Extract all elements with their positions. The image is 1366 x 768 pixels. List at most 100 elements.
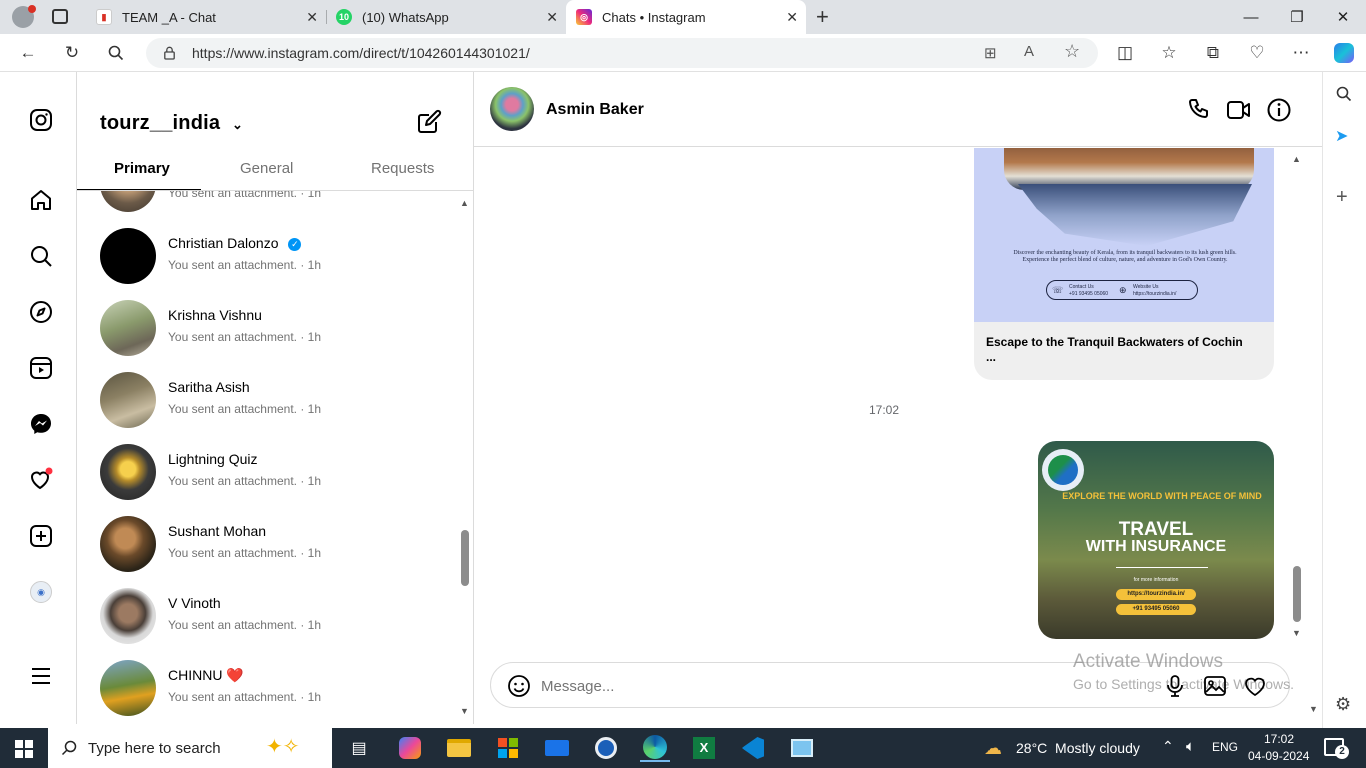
- account-switcher[interactable]: tourz__india ⌄: [100, 112, 243, 135]
- message-input[interactable]: [541, 675, 1101, 697]
- notifications-icon[interactable]: 2: [1324, 738, 1349, 759]
- conversation-item[interactable]: V Vinoth You sent an attachment. · 1h: [100, 588, 460, 644]
- favorite-star-icon[interactable]: ☆: [1064, 41, 1080, 62]
- microsoft-store-icon[interactable]: [493, 734, 523, 762]
- more-menu-icon[interactable]: ⋯: [1290, 42, 1312, 64]
- conversation-item[interactable]: Saritha Asish You sent an attachment. · …: [100, 372, 460, 428]
- chat-header: Asmin Baker: [474, 72, 1322, 147]
- scrollbar-down-arrow[interactable]: ▼: [460, 706, 469, 716]
- weather-text[interactable]: 28°C Mostly cloudy: [1016, 740, 1140, 756]
- tab-instagram[interactable]: ◎ Chats • Instagram ✕: [566, 0, 806, 34]
- conversation-item[interactable]: Lightning Quiz You sent an attachment. ·…: [100, 444, 460, 500]
- collections-icon[interactable]: ⧉: [1202, 42, 1224, 64]
- profile-avatar[interactable]: [12, 5, 36, 28]
- restore-button[interactable]: ❐: [1274, 0, 1320, 34]
- chrome-badge-icon[interactable]: [591, 734, 621, 762]
- file-explorer-icon[interactable]: [444, 734, 474, 762]
- address-bar[interactable]: https://www.instagram.com/direct/t/10426…: [146, 38, 1098, 68]
- messenger-icon[interactable]: [28, 411, 54, 437]
- copilot-app-icon[interactable]: [395, 734, 425, 762]
- tab-whatsapp[interactable]: 10 (10) WhatsApp ✕: [326, 0, 566, 34]
- avatar: [100, 191, 156, 212]
- lock-icon[interactable]: [164, 46, 175, 60]
- chat-scrollbar-thumb[interactable]: [1293, 566, 1301, 622]
- explore-compass-icon[interactable]: [28, 299, 54, 325]
- close-tab-icon[interactable]: ✕: [546, 9, 558, 26]
- like-heart-icon[interactable]: [1243, 674, 1267, 703]
- tab-requests[interactable]: Requests: [371, 160, 434, 177]
- language-indicator[interactable]: ENG: [1212, 740, 1238, 754]
- inbox-scrollbar-thumb[interactable]: [461, 530, 469, 586]
- taskbar-search-box[interactable]: Type here to search ✦✧: [48, 728, 332, 768]
- windows-start-icon[interactable]: [15, 740, 33, 758]
- microphone-icon[interactable]: [1163, 674, 1187, 703]
- search-icon[interactable]: [1336, 86, 1352, 107]
- mail-icon[interactable]: [542, 734, 572, 762]
- search-icon[interactable]: [28, 243, 54, 269]
- tab-actions-icon[interactable]: [52, 9, 68, 24]
- telegram-icon[interactable]: ➤: [1335, 126, 1348, 146]
- chevron-up-icon[interactable]: ⌃: [1162, 738, 1174, 755]
- favorites-icon[interactable]: ☆: [1158, 42, 1180, 64]
- minimize-button[interactable]: —: [1228, 0, 1274, 34]
- weather-cloud-icon[interactable]: ☁: [984, 738, 1002, 759]
- conversation-item[interactable]: Krishna Vishnu You sent an attachment. ·…: [100, 300, 460, 356]
- clock-time[interactable]: 17:02: [1264, 732, 1294, 746]
- conversation-item[interactable]: Sushant Mohan You sent an attachment. · …: [100, 516, 460, 572]
- conversation-item[interactable]: You sent an attachment. · 1h: [100, 191, 460, 212]
- back-arrow-icon[interactable]: ←: [17, 42, 39, 64]
- speaker-icon[interactable]: 🔈︎: [1186, 738, 1195, 755]
- tab-primary[interactable]: Primary: [114, 160, 170, 177]
- scrollbar-down-arrow[interactable]: ▼: [1309, 704, 1318, 714]
- voice-call-icon[interactable]: [1186, 97, 1212, 128]
- tab-general[interactable]: General: [240, 160, 293, 177]
- new-message-icon[interactable]: [416, 109, 442, 140]
- contact-name[interactable]: Asmin Baker: [546, 101, 644, 119]
- refresh-icon[interactable]: ↻: [61, 42, 83, 64]
- search-icon[interactable]: [105, 42, 127, 64]
- contact-avatar[interactable]: [490, 87, 534, 131]
- image-attach-icon[interactable]: [1203, 674, 1227, 703]
- close-tab-icon[interactable]: ✕: [786, 9, 798, 26]
- conversation-info-icon[interactable]: [1266, 97, 1292, 128]
- scrollbar-up-arrow[interactable]: ▲: [1292, 154, 1301, 164]
- scrollbar-up-arrow[interactable]: ▲: [460, 198, 469, 208]
- reels-icon[interactable]: [28, 355, 54, 381]
- copilot-icon[interactable]: [1333, 42, 1355, 64]
- app-available-icon[interactable]: ⊞: [984, 44, 997, 62]
- split-screen-icon[interactable]: ◫: [1114, 42, 1136, 64]
- instagram-logo-icon[interactable]: [28, 107, 54, 133]
- close-tab-icon[interactable]: ✕: [306, 9, 318, 26]
- emoji-icon[interactable]: [507, 674, 531, 703]
- edge-browser-icon[interactable]: [640, 734, 670, 762]
- home-icon[interactable]: [28, 187, 54, 213]
- settings-gear-icon[interactable]: ⚙: [1335, 694, 1351, 715]
- whatsapp-favicon-icon: 10: [336, 9, 352, 25]
- conversation-name: Lightning Quiz: [168, 451, 258, 467]
- post-caption: Escape to the Tranquil Backwaters of Coc…: [986, 335, 1243, 349]
- scrollbar-down-arrow[interactable]: ▼: [1292, 628, 1301, 638]
- read-aloud-icon[interactable]: A: [1024, 43, 1034, 60]
- excel-icon[interactable]: X: [689, 734, 719, 762]
- url-text: https://www.instagram.com/direct/t/10426…: [192, 45, 530, 61]
- remote-desktop-icon[interactable]: [787, 734, 817, 762]
- close-window-button[interactable]: ✕: [1320, 0, 1366, 34]
- inbox-panel: tourz__india ⌄ Primary General Requests …: [77, 72, 474, 724]
- profile-avatar-icon[interactable]: ◉: [28, 579, 54, 605]
- conversation-item[interactable]: CHINNU ❤️ You sent an attachment. · 1h: [100, 660, 460, 716]
- more-menu-icon[interactable]: [28, 663, 54, 689]
- notifications-heart-icon[interactable]: [28, 467, 54, 493]
- vscode-icon[interactable]: [738, 734, 768, 762]
- create-post-icon[interactable]: [28, 523, 54, 549]
- company-logo-icon: [1042, 449, 1084, 491]
- clock-date[interactable]: 04-09-2024: [1248, 749, 1309, 763]
- conversation-item[interactable]: Christian Dalonzo ✓ You sent an attachme…: [100, 228, 460, 284]
- add-sidebar-app-icon[interactable]: +: [1336, 186, 1348, 209]
- task-view-icon[interactable]: ▤: [344, 734, 374, 762]
- new-tab-button[interactable]: +: [816, 4, 829, 30]
- browser-essentials-icon[interactable]: ♡: [1246, 42, 1268, 64]
- video-call-icon[interactable]: [1226, 97, 1252, 128]
- shared-image-message[interactable]: EXPLORE THE WORLD WITH PEACE OF MIND TRA…: [1038, 441, 1274, 639]
- shared-post-card[interactable]: Discover the enchanting beauty of Kerala…: [974, 148, 1274, 380]
- tab-team-chat[interactable]: ▮ TEAM _A - Chat ✕: [86, 0, 326, 34]
